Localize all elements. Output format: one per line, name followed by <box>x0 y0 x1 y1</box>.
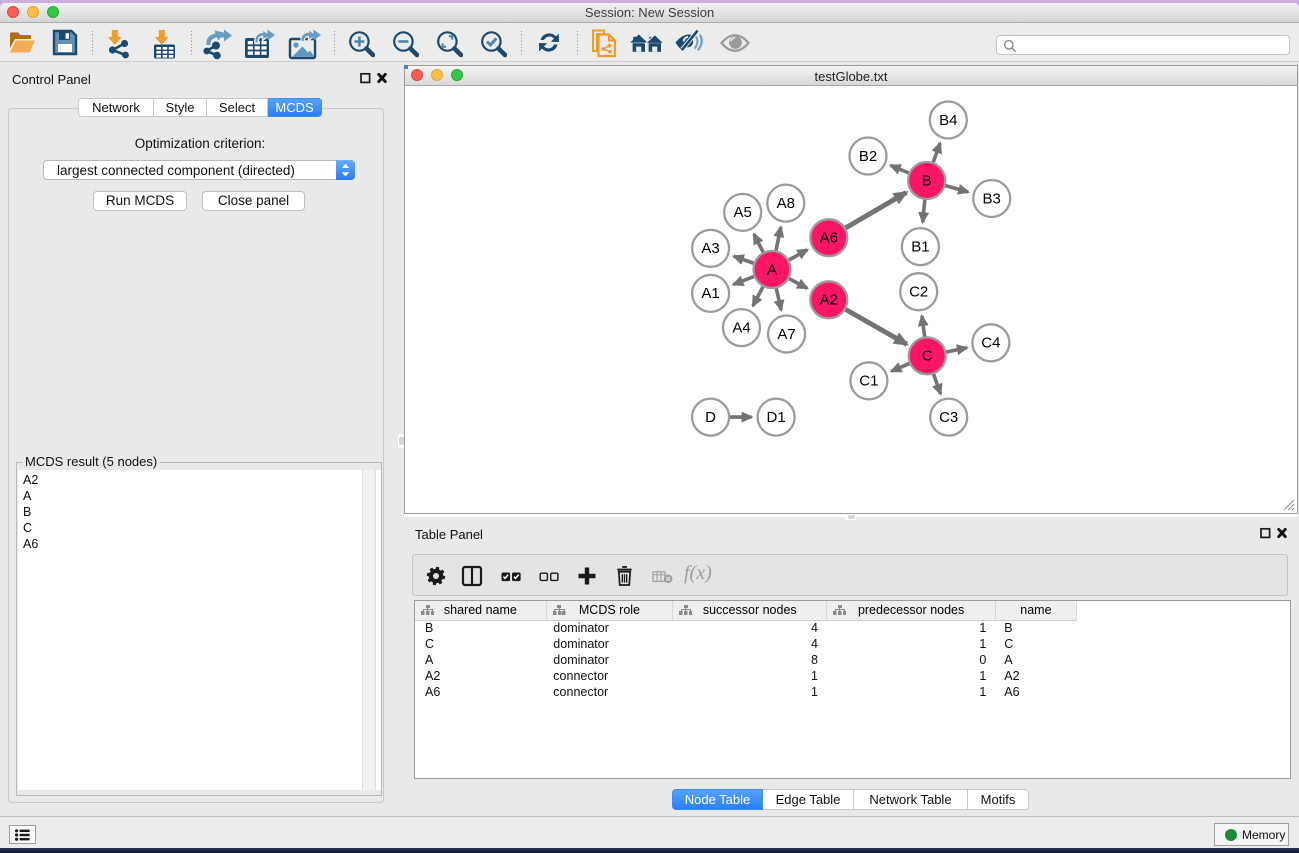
svg-text:C2: C2 <box>909 284 928 301</box>
svg-text:B4: B4 <box>939 112 957 129</box>
svg-text:C4: C4 <box>981 335 1000 352</box>
svg-text:B: B <box>922 172 932 189</box>
svg-text:A: A <box>767 261 777 278</box>
svg-text:A6: A6 <box>820 230 838 247</box>
svg-text:D1: D1 <box>767 409 786 426</box>
svg-text:A4: A4 <box>732 319 750 336</box>
svg-text:A8: A8 <box>777 195 795 212</box>
svg-text:C: C <box>922 348 933 365</box>
svg-text:C3: C3 <box>939 409 958 426</box>
svg-text:A5: A5 <box>734 204 752 221</box>
svg-text:B2: B2 <box>859 148 877 165</box>
svg-text:D: D <box>705 409 716 426</box>
svg-text:A3: A3 <box>701 240 719 257</box>
svg-text:A1: A1 <box>701 285 719 302</box>
svg-text:A7: A7 <box>777 326 795 343</box>
svg-text:C1: C1 <box>859 373 878 390</box>
svg-text:B3: B3 <box>983 190 1001 207</box>
svg-text:A2: A2 <box>820 292 838 309</box>
svg-text:B1: B1 <box>911 238 929 255</box>
